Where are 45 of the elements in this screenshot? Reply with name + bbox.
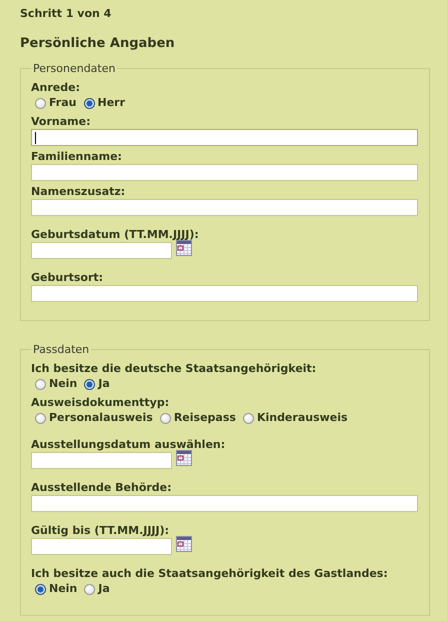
radio-button[interactable] xyxy=(84,98,94,108)
field-label: Ausstellende Behörde: xyxy=(31,481,173,495)
section-legend: Personendaten xyxy=(31,62,118,75)
section-legend: Passdaten xyxy=(31,343,92,356)
radio-option[interactable]: Personalausweis xyxy=(35,410,153,426)
field-label: Namenszusatz: xyxy=(31,185,126,199)
date-field[interactable] xyxy=(31,452,172,469)
radio-option[interactable]: Nein xyxy=(35,376,78,392)
radio-option[interactable]: Herr xyxy=(84,95,126,111)
radio-option[interactable]: Reisepass xyxy=(160,410,236,426)
date-field[interactable] xyxy=(31,242,172,259)
input-field[interactable] xyxy=(31,199,418,216)
radio-button[interactable] xyxy=(35,98,46,108)
radio-button[interactable] xyxy=(242,412,254,424)
input-field[interactable] xyxy=(31,129,418,146)
field-label: Ausstellungsdatum auswählen: xyxy=(31,438,226,452)
radio-button[interactable] xyxy=(84,378,96,390)
input-field[interactable] xyxy=(31,164,418,181)
field-label: Familienname: xyxy=(31,150,123,164)
field-label: Geburtsdatum (TT.MM.JJJJ): xyxy=(31,228,200,242)
calendar-icon[interactable] xyxy=(176,240,192,256)
date-field[interactable] xyxy=(31,538,172,555)
field-label: Vorname: xyxy=(31,115,92,129)
radio-button[interactable] xyxy=(35,412,46,424)
field-label: Ausweisdokumenttyp: xyxy=(31,396,170,410)
radio-button[interactable] xyxy=(160,412,171,424)
radio-button[interactable] xyxy=(35,584,46,594)
field-label: Ich besitze die deutsche Staatsangehörigkeit: xyxy=(31,362,318,376)
radio-option[interactable]: Ja xyxy=(84,376,110,392)
field-label: Anrede: xyxy=(31,81,81,95)
input-field[interactable] xyxy=(31,285,418,302)
field-label: Geburtsort: xyxy=(31,271,104,285)
radio-option[interactable]: Ja xyxy=(84,581,110,597)
step-indicator: Schritt 1 von 4 xyxy=(20,6,112,22)
radio-button[interactable] xyxy=(84,584,96,594)
page-heading: Persönliche Angaben xyxy=(20,36,176,52)
calendar-icon[interactable] xyxy=(176,450,192,466)
radio-option[interactable]: Nein xyxy=(35,581,78,597)
field-label: Ich besitze auch die Staatsangehörigkeit des Gastlandes: xyxy=(31,567,389,581)
radio-option[interactable]: Kinderausweis xyxy=(242,410,348,426)
radio-option[interactable]: Frau xyxy=(35,95,76,111)
input-field[interactable] xyxy=(31,495,418,512)
radio-button[interactable] xyxy=(35,378,46,390)
field-label: Gültig bis (TT.MM.JJJJ): xyxy=(31,524,170,538)
calendar-icon[interactable] xyxy=(176,536,192,552)
